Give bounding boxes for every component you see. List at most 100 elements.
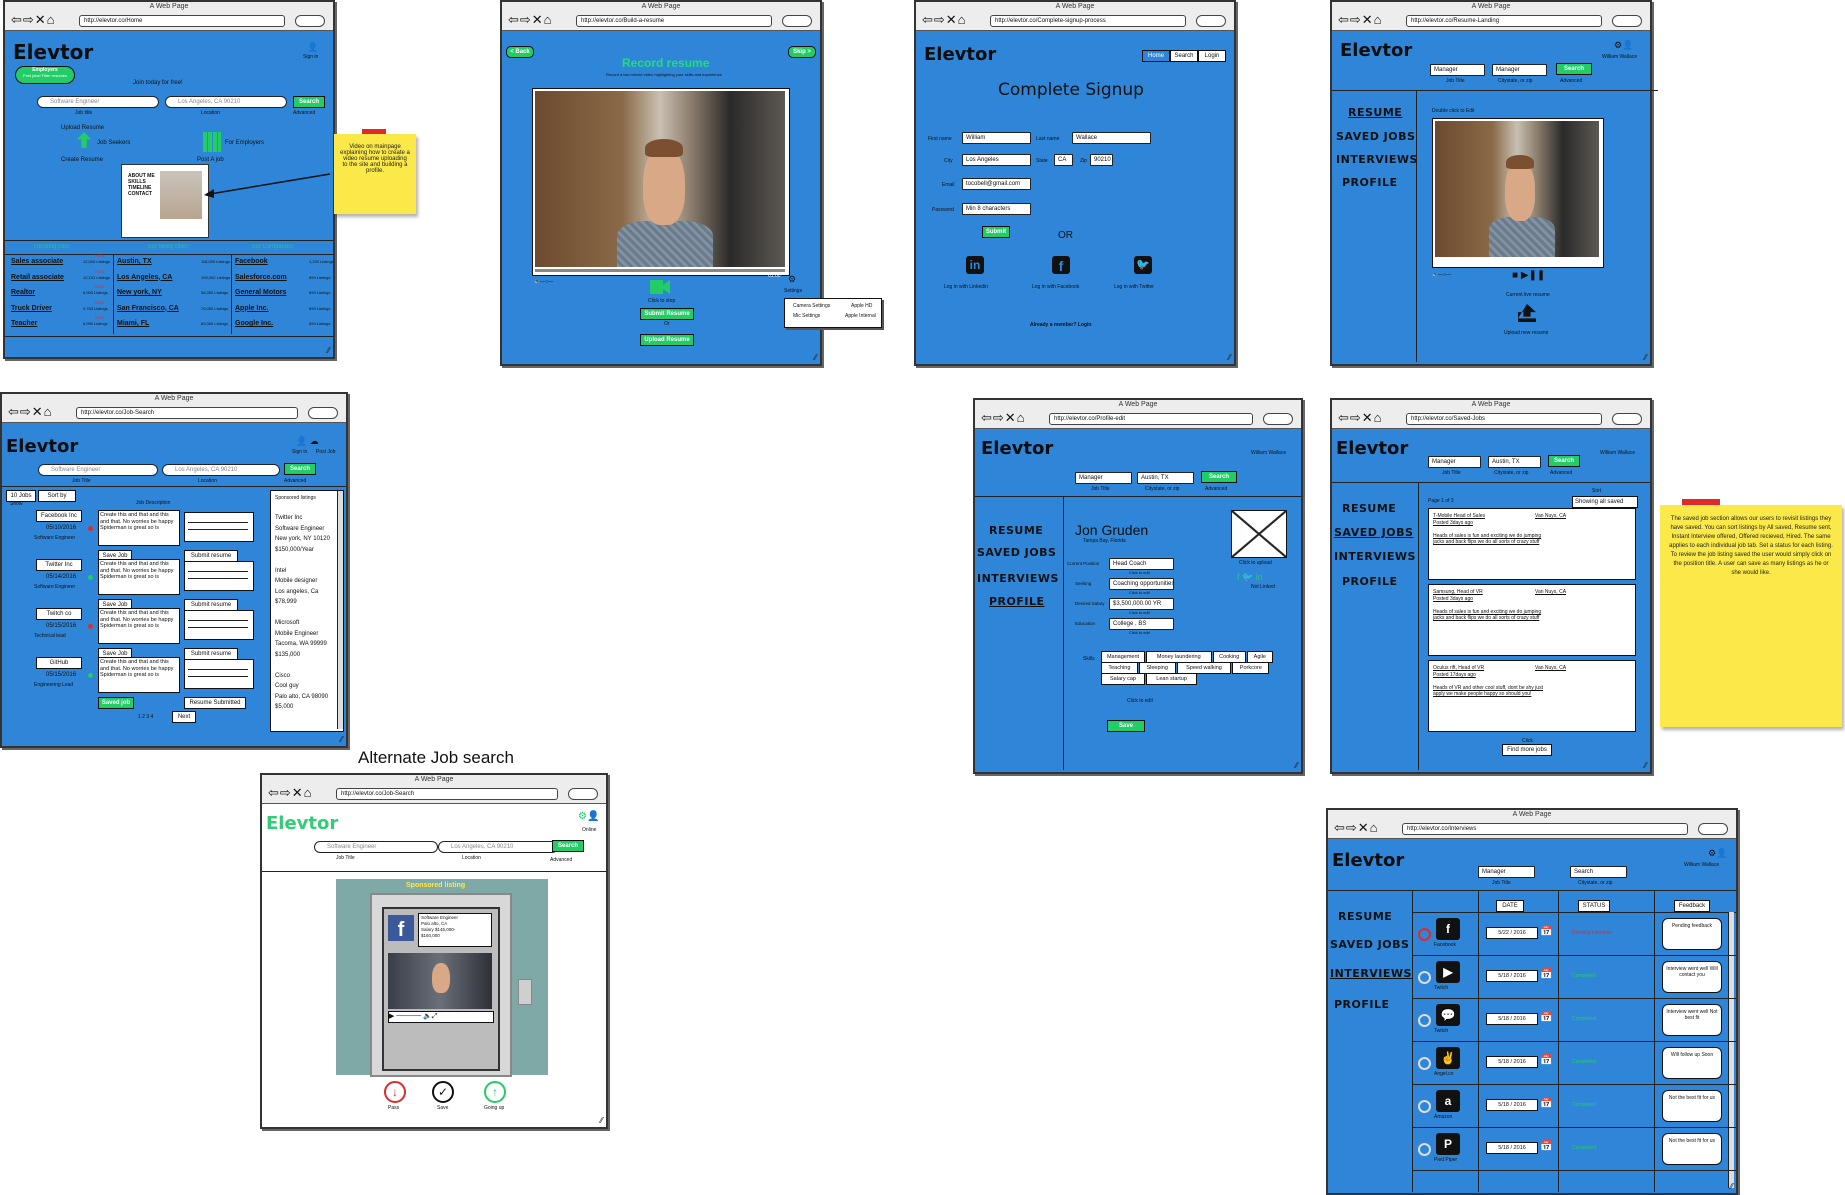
url-bar[interactable]: http://elevtor.co/Interviews bbox=[1402, 823, 1688, 835]
already-member-link[interactable]: Already a member? Login bbox=[1030, 322, 1091, 328]
elevator-buttons[interactable] bbox=[518, 979, 532, 1005]
user-name[interactable]: William Wallace bbox=[1602, 54, 1637, 60]
upload-resume-button[interactable]: Upload Resume bbox=[640, 334, 694, 346]
list-link-companies[interactable]: Google Inc. bbox=[235, 320, 273, 327]
company-name[interactable]: GitHub bbox=[36, 657, 82, 669]
location-input[interactable]: Los Angeles, CA 90210 bbox=[162, 464, 280, 476]
list-link-companies[interactable]: Apple Inc. bbox=[235, 305, 268, 312]
showing-dropdown[interactable]: Showing all saved bbox=[1572, 496, 1638, 508]
preview-controls[interactable] bbox=[188, 620, 248, 628]
browser-search[interactable] bbox=[1612, 413, 1642, 425]
location-input[interactable]: Los Angeles, CA 90210 bbox=[165, 96, 287, 108]
upload-new-resume[interactable]: Upload new resume bbox=[1504, 330, 1548, 336]
submit-button[interactable]: Submit bbox=[982, 226, 1010, 238]
sponsored-line[interactable]: $78,999 bbox=[275, 597, 330, 608]
calendar-icon[interactable]: 📅 bbox=[1540, 1098, 1552, 1109]
job-search-input[interactable]: Software Engineer bbox=[314, 841, 438, 853]
gear-icon[interactable]: ⚙ bbox=[788, 274, 796, 285]
user-name[interactable]: William Wallace bbox=[1251, 450, 1286, 456]
resize-grip[interactable]: ⁄⁄ bbox=[1644, 353, 1647, 362]
list-link-cities[interactable]: Los Angeles, CA bbox=[117, 274, 172, 281]
user-name[interactable]: William Wallace bbox=[1684, 862, 1719, 868]
sponsored-line[interactable]: $150,000/Year bbox=[275, 545, 330, 556]
browser-search[interactable] bbox=[782, 15, 812, 27]
create-resume-label[interactable]: Create Resume bbox=[61, 157, 103, 163]
password-field[interactable]: Min 8 characters bbox=[962, 203, 1031, 215]
sidebar-item-interviews[interactable]: INTERVIEWS bbox=[1336, 153, 1418, 166]
linkedin-icon[interactable]: in bbox=[966, 256, 984, 274]
list-link-jobs[interactable]: Truck Driver bbox=[11, 305, 52, 312]
sponsored-line[interactable]: Los angeles, Ca bbox=[275, 587, 330, 598]
back-button[interactable]: < Back bbox=[506, 46, 534, 58]
video-progress[interactable] bbox=[535, 269, 785, 272]
skill-tag[interactable]: Lean startup bbox=[1146, 673, 1198, 685]
intro-video-thumbnail[interactable]: ABOUT ME SKILLS TIMELINE CONTACT bbox=[121, 164, 209, 238]
browser-search[interactable] bbox=[1263, 413, 1293, 425]
post-job-link[interactable]: Post Job bbox=[316, 449, 335, 455]
post-a-job-label[interactable]: Post A job bbox=[197, 157, 224, 163]
camera-icon[interactable] bbox=[650, 280, 670, 294]
nav-buttons[interactable]: ⇦⇨✕⌂ bbox=[11, 12, 56, 28]
sponsored-line[interactable]: Cool guy bbox=[275, 681, 330, 692]
browser-search[interactable] bbox=[295, 15, 325, 27]
status-radio[interactable] bbox=[1418, 1143, 1431, 1156]
sign-in-link[interactable]: Sign in bbox=[292, 449, 307, 455]
nav-buttons[interactable]: ⇦⇨✕⌂ bbox=[268, 785, 313, 801]
company-name[interactable]: Facebook Inc bbox=[36, 510, 82, 522]
list-link-companies[interactable]: Facebook bbox=[235, 258, 268, 265]
sidebar-item-interviews[interactable]: INTERVIEWS bbox=[1334, 550, 1416, 563]
sponsored-line[interactable]: Microsoft bbox=[275, 618, 330, 629]
saved-job-card[interactable]: T-Mobile Head of Sales Van Nuys, CA Posted… bbox=[1428, 508, 1636, 580]
feedback-header[interactable]: Feedback bbox=[1674, 900, 1710, 912]
sidebar-item-resume[interactable]: RESUME bbox=[1348, 106, 1402, 119]
job-description[interactable]: Create this and that and this and that. … bbox=[98, 559, 180, 595]
sponsored-line[interactable]: Palo alto, CA 98090 bbox=[275, 692, 330, 703]
url-bar[interactable]: http://elevtor.co/Job-Search bbox=[76, 407, 298, 419]
going-up-icon[interactable]: ↑ bbox=[484, 1081, 506, 1103]
twitter-icon[interactable]: 🐦 bbox=[1134, 256, 1152, 274]
browser-search[interactable] bbox=[1196, 15, 1226, 27]
location-field[interactable]: Manager bbox=[1492, 64, 1547, 76]
status-radio[interactable] bbox=[1418, 971, 1431, 984]
sponsored-line[interactable]: $5,000 bbox=[275, 702, 330, 713]
search-button[interactable]: Search bbox=[552, 840, 584, 852]
profile-field[interactable]: Coaching opportunities bbox=[1109, 578, 1174, 590]
job-title-field[interactable]: Manager bbox=[1478, 866, 1535, 878]
facebook-icon[interactable]: f bbox=[1052, 256, 1070, 274]
photo-placeholder[interactable] bbox=[1231, 510, 1287, 558]
advanced-link[interactable]: Advanced bbox=[1205, 486, 1227, 492]
job-title-field[interactable]: Manager bbox=[1075, 472, 1132, 484]
date-field[interactable]: 5/18 / 2016 bbox=[1486, 1013, 1538, 1025]
calendar-icon[interactable]: 📅 bbox=[1540, 926, 1552, 937]
resize-grip[interactable]: ⁄⁄ bbox=[1295, 761, 1298, 770]
sponsored-line[interactable]: Tacoma, WA 99999 bbox=[275, 639, 330, 650]
volume-icon[interactable]: 🔈—○— bbox=[1432, 272, 1451, 278]
sponsored-line[interactable]: Mobile Engineer bbox=[275, 629, 330, 640]
save-icon[interactable]: ✓ bbox=[432, 1081, 454, 1103]
sponsored-line[interactable]: Intel bbox=[275, 566, 330, 577]
nav-buttons[interactable]: ⇦⇨✕⌂ bbox=[1334, 820, 1379, 836]
sidebar-item-profile[interactable]: PROFILE bbox=[1342, 575, 1398, 588]
status-radio[interactable] bbox=[1418, 1014, 1431, 1027]
job-title-link[interactable]: T-Mobile Head of Sales bbox=[1433, 513, 1485, 519]
status-radio[interactable] bbox=[1418, 1057, 1431, 1070]
list-link-cities[interactable]: New york, NY bbox=[117, 289, 162, 296]
url-bar[interactable]: http://elevtor.co/Complete-signup-proces… bbox=[990, 15, 1186, 27]
advanced-link[interactable]: Advanced bbox=[1550, 470, 1572, 476]
url-bar[interactable]: http://elevtor.co/Home bbox=[79, 15, 285, 27]
resize-grip[interactable]: ⁄⁄ bbox=[814, 353, 817, 362]
calendar-icon[interactable]: 📅 bbox=[1540, 1012, 1552, 1023]
sidebar-item-saved-jobs[interactable]: SAVED JOBS bbox=[1336, 130, 1415, 143]
sidebar-item-interviews[interactable]: INTERVIEWS bbox=[977, 572, 1059, 585]
sidebar-item-saved-jobs[interactable]: SAVED JOBS bbox=[977, 546, 1056, 559]
settings-label[interactable]: Settings bbox=[784, 288, 802, 294]
company-name[interactable]: Twitter Inc bbox=[36, 559, 82, 571]
employers-badge[interactable]: Employers Post jobs! Filter resumes bbox=[15, 66, 75, 84]
location-input[interactable]: Los Angeles, CA 90210 bbox=[438, 841, 558, 853]
job-description[interactable]: Create this and that and this and that. … bbox=[98, 510, 180, 546]
list-link-cities[interactable]: Miami, FL bbox=[117, 320, 149, 327]
job-title-link[interactable]: Oculus rift, Head of VR bbox=[1433, 665, 1484, 671]
nav-buttons[interactable]: ⇦⇨✕⌂ bbox=[922, 12, 967, 28]
linkedin-login[interactable]: Log in with Linkedin bbox=[944, 284, 988, 290]
url-bar[interactable]: http://elevtor.co/Resume-Landing bbox=[1406, 15, 1602, 27]
